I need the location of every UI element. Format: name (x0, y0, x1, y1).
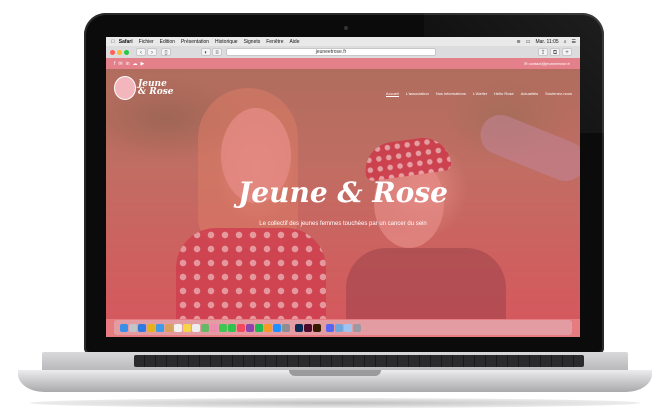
books-icon[interactable] (264, 323, 272, 332)
contact-email-link[interactable]: ✉ contact@jeuneetrose.fr (524, 61, 570, 66)
appstore-icon[interactable] (273, 323, 281, 332)
laptop-screen:  Safari Fichier Edition Présentation Hi… (106, 37, 580, 337)
linkedin-icon[interactable]: in (126, 61, 130, 67)
menu-signets[interactable]: Signets (244, 39, 261, 45)
keyboard (134, 355, 584, 367)
messages-icon[interactable] (219, 323, 227, 332)
reader-icon[interactable]: ≡ (212, 48, 222, 56)
hero-subtitle: Le collectif des jeunes femmes touchées … (259, 221, 427, 227)
menu-historique[interactable]: Historique (215, 39, 238, 45)
logo-portrait-icon (114, 76, 136, 100)
safari-icon[interactable] (138, 323, 146, 332)
nav-soutenez[interactable]: Soutenez-nous (545, 91, 572, 97)
close-window-button[interactable] (110, 50, 115, 55)
nav-atelier[interactable]: L'Atelier (473, 91, 487, 97)
spotify-icon[interactable] (255, 323, 263, 332)
forward-button[interactable]: › (147, 48, 157, 56)
nav-informations[interactable]: Nos informations (436, 91, 466, 97)
window-controls (110, 50, 129, 55)
menu-presentation[interactable]: Présentation (181, 39, 209, 45)
other-app-icon[interactable] (326, 323, 334, 332)
tabs-icon[interactable]: ⧉ (550, 48, 560, 56)
illustrator-icon[interactable] (313, 323, 321, 332)
photos-icon[interactable] (210, 323, 218, 332)
sidebar-icon[interactable]: ▯ (161, 48, 171, 56)
address-bar[interactable]: jeuneetrose.fr (226, 48, 436, 56)
menu-safari[interactable]: Safari (119, 39, 133, 45)
hero-title: Jeune & Rose (238, 176, 448, 209)
battery-icon[interactable]: ▭ (526, 39, 531, 45)
facebook-icon[interactable]: f (114, 61, 115, 67)
preferences-icon[interactable] (282, 323, 290, 332)
camera (344, 26, 348, 30)
laptop-deck (42, 352, 628, 370)
share-icon[interactable]: ⇪ (538, 48, 548, 56)
social-links: f ✉ in ☁ ▶ (114, 61, 144, 67)
podcasts-icon[interactable] (246, 323, 254, 332)
nav-accueil[interactable]: Accueil (385, 91, 399, 97)
back-button[interactable]: ‹ (136, 48, 146, 56)
folder-icon[interactable] (335, 323, 343, 332)
indesign-icon[interactable] (304, 323, 312, 332)
site-logo[interactable]: Jeune & Rose (114, 76, 178, 100)
calendar-icon[interactable] (174, 323, 182, 332)
reminders-icon[interactable] (192, 323, 200, 332)
facetime-icon[interactable] (228, 323, 236, 332)
macos-menubar:  Safari Fichier Edition Présentation Hi… (106, 37, 580, 46)
menubar-clock[interactable]: Mar. 11:05 (535, 39, 558, 45)
menu-edition[interactable]: Edition (160, 39, 175, 45)
menu-fenetre[interactable]: Fenêtre (266, 39, 283, 45)
nav-association[interactable]: L'association (406, 91, 429, 97)
cloud-icon[interactable]: ☁ (133, 61, 138, 67)
privacy-icon[interactable]: ◐ (201, 48, 211, 56)
laptop-base (18, 352, 652, 404)
nav-actualites[interactable]: Actualités (521, 91, 538, 97)
spotlight-icon[interactable]: ⌕ (564, 39, 567, 45)
trash-icon[interactable] (353, 323, 361, 332)
finder-icon[interactable] (120, 323, 128, 332)
site-topbar: f ✉ in ☁ ▶ ✉ contact@jeuneetrose.fr (106, 58, 580, 69)
nav-hello-rose[interactable]: Hello Rose (494, 91, 514, 97)
photoshop-icon[interactable] (295, 323, 303, 332)
menu-icon[interactable]: ☰ (572, 39, 576, 45)
menu-fichier[interactable]: Fichier (139, 39, 154, 45)
zoom-window-button[interactable] (124, 50, 129, 55)
new-tab-button[interactable]: + (562, 48, 572, 56)
mail-icon[interactable]: ✉ (118, 61, 122, 67)
chrome-icon[interactable] (147, 323, 155, 332)
launchpad-icon[interactable] (129, 323, 137, 332)
maps-icon[interactable] (201, 323, 209, 332)
apple-menu-icon[interactable]:  (111, 39, 115, 45)
minimize-window-button[interactable] (117, 50, 122, 55)
macos-dock (114, 320, 572, 335)
laptop-notch (289, 370, 381, 376)
mail-icon[interactable] (156, 323, 164, 332)
website: f ✉ in ☁ ▶ ✉ contact@jeuneetrose.fr Jeun… (106, 58, 580, 337)
youtube-icon[interactable]: ▶ (141, 61, 145, 67)
notes-icon[interactable] (183, 323, 191, 332)
music-icon[interactable] (237, 323, 245, 332)
menu-aide[interactable]: Aide (289, 39, 299, 45)
downloads-icon[interactable] (344, 323, 352, 332)
wifi-icon[interactable]: ≋ (517, 39, 521, 45)
logo-text: Jeune & Rose (138, 79, 174, 97)
main-nav: Accueil L'association Nos informations L… (385, 91, 572, 97)
contacts-icon[interactable] (165, 323, 173, 332)
